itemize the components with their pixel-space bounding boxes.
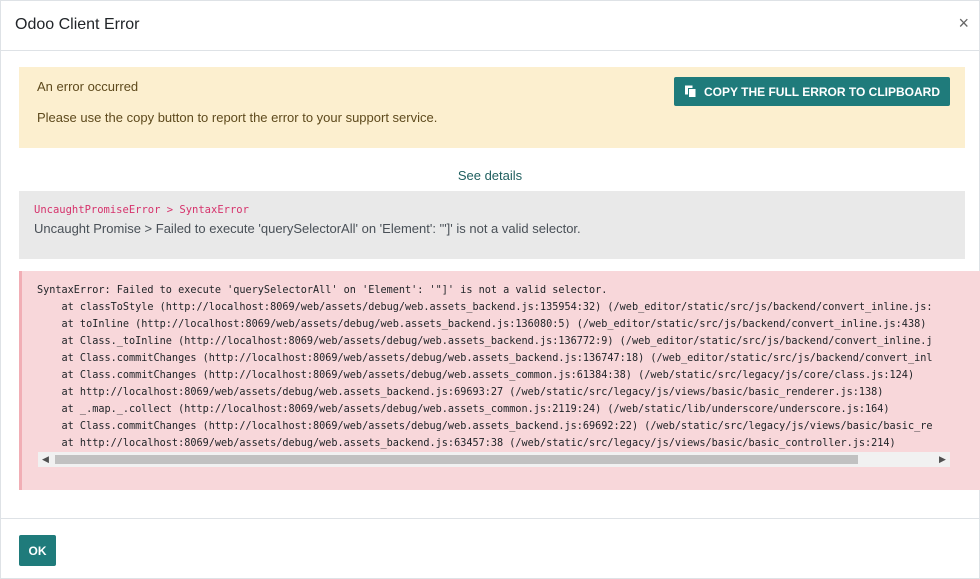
copy-error-button[interactable]: COPY THE FULL ERROR TO CLIPBOARD [673, 77, 950, 106]
copy-error-button-label: COPY THE FULL ERROR TO CLIPBOARD [703, 84, 940, 99]
scroll-right-icon[interactable]: ▶ [935, 452, 950, 467]
scrollbar-thumb[interactable] [55, 455, 858, 464]
stack-trace-panel[interactable]: SyntaxError: Failed to execute 'querySel… [19, 271, 980, 490]
error-type-code: UncaughtPromiseError > SyntaxError [34, 204, 249, 216]
dialog-title: Odoo Client Error [15, 16, 140, 33]
dialog-header: Odoo Client Error × [1, 1, 979, 51]
horizontal-scrollbar[interactable]: ◀ ▶ [38, 452, 950, 467]
error-dialog: Odoo Client Error × An error occurred Pl… [0, 0, 980, 579]
error-summary: UncaughtPromiseError > SyntaxError Uncau… [19, 191, 965, 259]
close-icon[interactable]: × [958, 13, 969, 33]
alert-text: Please use the copy button to report the… [37, 110, 438, 125]
ok-button[interactable]: OK [19, 535, 56, 566]
dialog-footer: OK [1, 518, 979, 579]
clipboard-icon [684, 85, 697, 98]
scroll-left-icon[interactable]: ◀ [38, 452, 53, 467]
error-alert: An error occurred Please use the copy bu… [19, 67, 965, 148]
error-summary-message: Uncaught Promise > Failed to execute 'qu… [34, 221, 581, 236]
alert-title: An error occurred [37, 79, 139, 94]
see-details-link[interactable]: See details [1, 168, 979, 183]
stack-trace-text: SyntaxError: Failed to execute 'querySel… [37, 285, 933, 449]
